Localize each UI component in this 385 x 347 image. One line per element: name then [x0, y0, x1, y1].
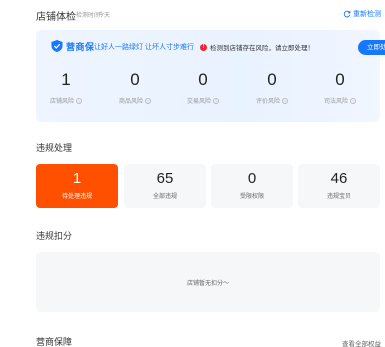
- metric-label: 司法风险 ?: [324, 96, 356, 105]
- deduction-panel: 店铺暂无扣分～: [36, 252, 380, 312]
- metric-label-text: 商品风险: [118, 99, 143, 105]
- metric-label: 商品风险 ?: [119, 96, 151, 105]
- violation-count: 0: [247, 170, 257, 187]
- violation-label: 受限权限: [239, 194, 264, 200]
- metric-label-text: 交易风险: [186, 99, 211, 105]
- check-time-label: 检测时间: [76, 13, 101, 19]
- metric-review-risk[interactable]: 0 评价风险 ?: [242, 70, 302, 108]
- brand-logo: 营商保: [50, 39, 95, 53]
- violation-label: 待处理违规: [61, 194, 92, 200]
- metric-label-text: 司法风险: [323, 99, 348, 105]
- violation-count: 1: [72, 170, 82, 187]
- violation-box-all[interactable]: 65 全部违规: [124, 164, 206, 208]
- risk-summary-card: 营商保 让好人一路绿灯 让坏人寸步难行 ! 检测到店铺存在风险，请立即处理！ 立…: [36, 30, 385, 122]
- help-icon[interactable]: ?: [145, 97, 151, 104]
- shield-icon: [51, 40, 63, 52]
- violation-label: 全部违规: [152, 194, 177, 200]
- view-all-benefits-link[interactable]: 查看全部权益: [342, 338, 381, 347]
- violation-count: 46: [330, 170, 348, 187]
- metric-value: 0: [130, 70, 140, 89]
- brand-name: 营商保: [66, 41, 95, 52]
- violation-label: 违规宝贝: [326, 194, 351, 200]
- metric-label: 交易风险 ?: [187, 96, 219, 105]
- help-icon[interactable]: ?: [350, 97, 356, 104]
- metric-product-risk[interactable]: 0 商品风险 ?: [105, 70, 165, 108]
- metric-label: 店铺风险 ?: [50, 96, 82, 105]
- deduction-empty-text: 店铺暂无扣分～: [186, 281, 229, 287]
- risk-warning-text: 检测到店铺存在风险，请立即处理！: [210, 45, 314, 52]
- page-title: 店铺体检: [36, 12, 76, 23]
- metric-shop-risk[interactable]: 1 店铺风险 ?: [36, 70, 96, 108]
- violation-box-pending[interactable]: 1 待处理违规: [36, 164, 118, 208]
- deduction-title: 违规扣分: [36, 231, 73, 241]
- check-time-value: 今天: [98, 13, 111, 19]
- violation-box-items[interactable]: 46 违规宝贝: [298, 164, 380, 208]
- violation-box-restricted[interactable]: 0 受限权限: [211, 164, 293, 208]
- violations-title: 违规处理: [36, 143, 73, 153]
- metric-label-text: 店铺风险: [49, 99, 74, 105]
- metric-judicial-risk[interactable]: 0 司法风险 ?: [310, 70, 370, 108]
- recheck-label: 重新检测: [353, 11, 381, 18]
- fix-now-button[interactable]: 立即处理: [358, 40, 385, 55]
- risk-warning: ! 检测到店铺存在风险，请立即处理！: [200, 42, 314, 52]
- help-icon[interactable]: ?: [282, 97, 288, 104]
- metric-trade-risk[interactable]: 0 交易风险 ?: [173, 70, 233, 108]
- help-icon[interactable]: ?: [76, 97, 82, 104]
- guarantee-title: 营商保障: [36, 337, 73, 347]
- metric-label-text: 评价风险: [255, 99, 280, 105]
- alert-icon: !: [200, 43, 207, 51]
- metric-value: 0: [267, 70, 277, 89]
- violation-count: 65: [156, 170, 174, 187]
- metric-value: 0: [335, 70, 345, 89]
- metric-value: 0: [198, 70, 208, 89]
- metric-label: 评价风险 ?: [256, 96, 288, 105]
- metric-value: 1: [61, 70, 71, 89]
- refresh-icon: [343, 10, 351, 18]
- help-icon[interactable]: ?: [213, 97, 219, 104]
- page-header: 店铺体检 检测时间 今天 重新检测: [36, 8, 381, 23]
- brand-slogan: 让好人一路绿灯 让坏人寸步难行: [94, 44, 194, 51]
- recheck-button[interactable]: 重新检测: [343, 9, 381, 19]
